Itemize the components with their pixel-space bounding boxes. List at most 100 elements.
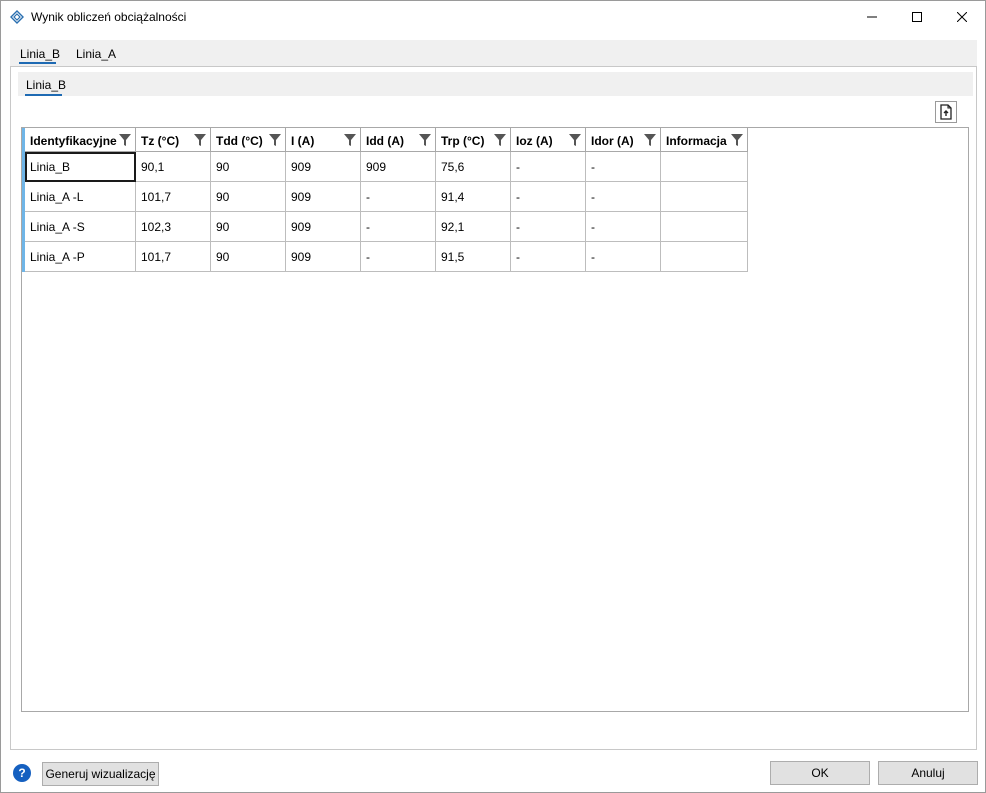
cell-value: 909	[291, 190, 312, 204]
filter-icon[interactable]	[419, 134, 431, 146]
title-bar[interactable]: Wynik obliczeń obciążalności	[1, 1, 985, 32]
table-cell[interactable]: -	[511, 152, 586, 182]
tab-selected-indicator	[19, 62, 56, 64]
subtab-selected-indicator	[25, 94, 62, 96]
cell-value: -	[516, 190, 520, 204]
table-cell[interactable]	[661, 182, 748, 212]
table-cell[interactable]: 90	[211, 212, 286, 242]
cell-value: Linia_A -S	[30, 220, 85, 234]
cell-value: -	[366, 220, 370, 234]
filter-icon[interactable]	[119, 134, 131, 146]
cell-value: -	[591, 160, 595, 174]
table-cell[interactable]: -	[361, 212, 436, 242]
table-cell[interactable]: 101,7	[136, 242, 211, 272]
cell-value: Linia_A -P	[30, 250, 85, 264]
column-header[interactable]: Identyfikacyjne	[25, 128, 136, 152]
cell-value: 90	[216, 220, 230, 234]
cell-value: 90,1	[141, 160, 165, 174]
table-cell[interactable]: 102,3	[136, 212, 211, 242]
table-cell[interactable]: Linia_A -S	[25, 212, 136, 242]
table-cell[interactable]: 909	[286, 152, 361, 182]
table-cell[interactable]: 75,6	[436, 152, 511, 182]
cell-value: -	[516, 220, 520, 234]
table-cell[interactable]: 91,4	[436, 182, 511, 212]
filter-icon[interactable]	[344, 134, 356, 146]
cell-value: -	[516, 250, 520, 264]
table-cell[interactable]: -	[586, 242, 661, 272]
results-table: Identyfikacyjne Tz (°C) Tdd (°C) I (A) Idd (…	[21, 127, 969, 712]
export-button[interactable]	[935, 101, 957, 123]
column-header[interactable]: Tdd (°C)	[211, 128, 286, 152]
close-button[interactable]	[939, 1, 985, 32]
cell-value: -	[516, 160, 520, 174]
main-tabstrip: Linia_B Linia_A	[10, 40, 977, 66]
minimize-button[interactable]	[849, 1, 895, 32]
column-header[interactable]: Tz (°C)	[136, 128, 211, 152]
cell-value: 101,7	[141, 190, 172, 204]
tab-linia-b[interactable]: Linia_B	[20, 47, 60, 61]
table-cell[interactable]: -	[586, 212, 661, 242]
table-cell[interactable]	[661, 152, 748, 182]
table-cell[interactable]: Linia_A -P	[25, 242, 136, 272]
table-cell[interactable]: -	[511, 212, 586, 242]
cell-value: -	[591, 220, 595, 234]
table-cell[interactable]	[661, 242, 748, 272]
column-header[interactable]: Idd (A)	[361, 128, 436, 152]
cell-value: 909	[291, 220, 312, 234]
cell-value: 909	[291, 250, 312, 264]
cell-value: Linia_A -L	[30, 190, 84, 204]
table-cell[interactable]: 90	[211, 152, 286, 182]
ok-button[interactable]: OK	[770, 761, 870, 785]
filter-icon[interactable]	[494, 134, 506, 146]
table-cell[interactable]: 909	[286, 242, 361, 272]
cancel-button[interactable]: Anuluj	[878, 761, 978, 785]
app-logo-icon	[10, 10, 24, 24]
cell-value: 909	[291, 160, 312, 174]
cell-value: 90	[216, 160, 230, 174]
table-cell[interactable]: -	[511, 182, 586, 212]
table-cell[interactable]: 91,5	[436, 242, 511, 272]
column-header[interactable]: I (A)	[286, 128, 361, 152]
table-cell[interactable]: Linia_A -L	[25, 182, 136, 212]
cell-value: 92,1	[441, 220, 465, 234]
cell-value: 90	[216, 250, 230, 264]
dialog-window: Wynik obliczeń obciążalności Linia_B Lin…	[0, 0, 986, 793]
table-cell[interactable]: 92,1	[436, 212, 511, 242]
filter-icon[interactable]	[269, 134, 281, 146]
filter-icon[interactable]	[731, 134, 743, 146]
cell-value: Linia_B	[30, 160, 71, 174]
column-header[interactable]: Idor (A)	[586, 128, 661, 152]
table-cell[interactable]: -	[586, 152, 661, 182]
generate-visualization-button[interactable]: Generuj wizualizację	[42, 762, 159, 786]
column-header-label: Idd (A)	[366, 134, 404, 148]
table-cell[interactable]: -	[511, 242, 586, 272]
subtab-linia-b[interactable]: Linia_B	[26, 78, 66, 92]
maximize-button[interactable]	[894, 1, 940, 32]
column-header[interactable]: Ioz (A)	[511, 128, 586, 152]
table-cell[interactable]: -	[586, 182, 661, 212]
column-header-label: Informacja	[666, 134, 727, 148]
filter-icon[interactable]	[569, 134, 581, 146]
table-cell[interactable]: 909	[286, 212, 361, 242]
column-header-label: Tdd (°C)	[216, 134, 263, 148]
column-header[interactable]: Informacja	[661, 128, 748, 152]
table-cell[interactable]	[661, 212, 748, 242]
table-cell[interactable]: 101,7	[136, 182, 211, 212]
table-cell[interactable]: -	[361, 242, 436, 272]
column-header-label: Idor (A)	[591, 134, 634, 148]
tab-linia-a[interactable]: Linia_A	[76, 47, 116, 61]
filter-icon[interactable]	[644, 134, 656, 146]
filter-icon[interactable]	[194, 134, 206, 146]
table-cell[interactable]: -	[361, 182, 436, 212]
table-cell[interactable]: 90	[211, 182, 286, 212]
help-icon[interactable]: ?	[13, 764, 31, 782]
cell-value: 75,6	[441, 160, 465, 174]
column-header[interactable]: Trp (°C)	[436, 128, 511, 152]
table-cell[interactable]: 90,1	[136, 152, 211, 182]
cell-value: 101,7	[141, 250, 172, 264]
table-cell[interactable]: 909	[286, 182, 361, 212]
table-cell[interactable]: 909	[361, 152, 436, 182]
column-header-label: Identyfikacyjne	[30, 134, 117, 148]
table-cell[interactable]: Linia_B	[25, 152, 136, 182]
table-cell[interactable]: 90	[211, 242, 286, 272]
